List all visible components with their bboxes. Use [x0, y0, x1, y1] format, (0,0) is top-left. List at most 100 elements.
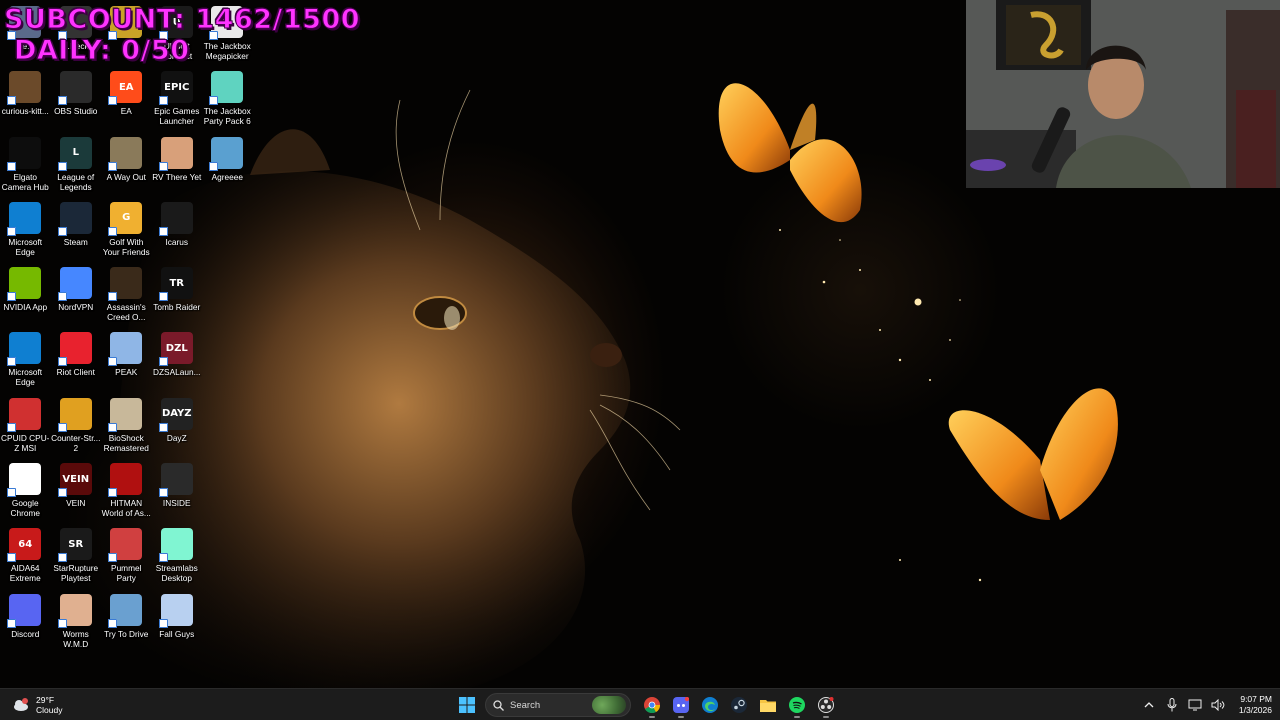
cpuz-icon [7, 397, 42, 432]
bioshock-icon [108, 397, 143, 432]
desktop-shortcut-label: A Way Out [106, 171, 146, 182]
hitman-icon [108, 463, 143, 498]
desktop-shortcut[interactable]: EPIC Epic Games Launcher [152, 69, 203, 134]
desktop-shortcut[interactable]: Agreeee [202, 135, 253, 200]
desktop-shortcut[interactable]: HITMAN World of As... [101, 461, 152, 526]
desktop-shortcut[interactable]: Steam [51, 200, 102, 265]
assassins-creed-icon [108, 267, 143, 302]
desktop-shortcut-label: Worms W.M.D [62, 628, 89, 649]
desktop-shortcut-label: Tomb Raider [153, 302, 201, 313]
desktop-shortcut-label: curious-kitt... [1, 106, 49, 117]
pummel-party-icon [108, 528, 143, 563]
desktop-shortcut[interactable]: PEAK [101, 330, 152, 395]
desktop-shortcut-label: OBS Studio [54, 106, 98, 117]
folder-icon [759, 700, 776, 712]
desktop-shortcut-label: The Jackbox Party Pack 6 [203, 106, 251, 127]
desktop-shortcut[interactable]: VEIN VEIN [51, 461, 102, 526]
desktop-shortcut-label: PEAK [115, 367, 138, 378]
desktop-shortcut[interactable]: RV There Yet [152, 135, 203, 200]
desktop-shortcut[interactable]: TR Tomb Raider [152, 265, 203, 330]
desktop-shortcut[interactable]: Elgato Camera Hub [0, 135, 51, 200]
desktop-shortcut-label: Pummel Party [111, 563, 142, 584]
desktop-shortcut[interactable]: curious-kitt... [0, 69, 51, 134]
desktop-shortcut-label: Agreeee [211, 171, 243, 182]
desktop-shortcut[interactable]: The Jackbox Party Pack 6 [202, 69, 253, 134]
desktop-shortcut[interactable]: Google Chrome [0, 461, 51, 526]
start-button[interactable] [454, 692, 480, 718]
desktop-shortcut[interactable]: NVIDIA App [0, 265, 51, 330]
desktop-shortcut[interactable]: Fall Guys [152, 592, 203, 657]
desktop-shortcut-label: Fall Guys [159, 628, 195, 639]
desktop-shortcut[interactable]: CPUID CPU-Z MSI [0, 396, 51, 461]
dayz-icon: DAYZ [158, 397, 193, 432]
a-way-out-icon [108, 136, 143, 171]
desktop-shortcut[interactable]: 64 AIDA64 Extreme [0, 526, 51, 591]
cloudy-weather-icon [12, 696, 30, 714]
desktop-shortcut[interactable]: Microsoft Edge [0, 200, 51, 265]
nvidia-icon [7, 267, 42, 302]
taskbar-discord[interactable] [668, 692, 694, 718]
try-to-drive-icon [108, 593, 143, 628]
desktop-shortcut[interactable]: L League of Legends [51, 135, 102, 200]
chrome-icon [7, 463, 42, 498]
golf-icon: G [108, 201, 143, 236]
desktop-shortcut[interactable]: Counter-Str... 2 [51, 396, 102, 461]
volume-button[interactable] [1210, 697, 1226, 713]
desktop-shortcut[interactable]: NordVPN [51, 265, 102, 330]
desktop-shortcut-label: VEIN [66, 498, 86, 509]
fall-guys-icon [158, 593, 193, 628]
search-placeholder: Search [510, 699, 541, 711]
desktop-shortcut[interactable]: Assassin's Creed O... [101, 265, 152, 330]
desktop-shortcut-label: Discord [11, 628, 40, 639]
taskbar-chrome[interactable] [639, 692, 665, 718]
butterfly-bottom [948, 388, 1118, 520]
desktop-shortcut[interactable]: Microsoft Edge [0, 330, 51, 395]
streamlabs-icon [158, 528, 193, 563]
taskbar-edge[interactable] [697, 692, 723, 718]
weather-widget[interactable]: 29°F Cloudy [12, 693, 62, 717]
desktop-shortcut[interactable]: Riot Client [51, 330, 102, 395]
worms-icon [57, 593, 92, 628]
desktop-shortcut[interactable]: Pummel Party [101, 526, 152, 591]
desktop-shortcut[interactable]: G Golf With Your Friends [101, 200, 152, 265]
desktop-shortcut-label: NordVPN [58, 302, 94, 313]
steam-icon [57, 201, 92, 236]
show-hidden-icons-button[interactable] [1141, 697, 1157, 713]
butterfly-top [718, 83, 862, 223]
desktop-shortcut[interactable]: Try To Drive [101, 592, 152, 657]
desktop-shortcut[interactable]: DAYZ DayZ [152, 396, 203, 461]
empty-grid-slot [202, 200, 253, 265]
starrupture-icon: SR [57, 528, 92, 563]
taskbar-steam[interactable] [726, 692, 752, 718]
desktop-shortcut-label: BioShock Remastered [103, 432, 149, 453]
desktop-shortcut[interactable]: Icarus [152, 200, 203, 265]
taskbar-apps: Search [452, 692, 840, 718]
microphone-icon [1167, 698, 1177, 712]
desktop-shortcut[interactable]: SR StarRupture Playtest [51, 526, 102, 591]
desktop-shortcut-label: Google Chrome [10, 498, 40, 519]
desktop-shortcut[interactable]: A Way Out [101, 135, 152, 200]
desktop-shortcut[interactable]: BioShock Remastered [101, 396, 152, 461]
desktop-shortcut[interactable]: OBS Studio [51, 69, 102, 134]
empty-grid-slot [202, 330, 253, 395]
taskbar-obs[interactable] [813, 692, 839, 718]
desktop-shortcut-label: League of Legends [57, 171, 95, 192]
desktop-shortcut[interactable]: Worms W.M.D [51, 592, 102, 657]
desktop-shortcut-label: Riot Client [56, 367, 95, 378]
tomb-raider-icon: TR [158, 267, 193, 302]
taskbar-file-explorer[interactable] [755, 692, 781, 718]
desktop-shortcut[interactable]: DZL DZSALaun... [152, 330, 203, 395]
desktop-shortcut-label: Microsoft Edge [8, 236, 43, 257]
desktop-shortcut[interactable]: Streamlabs Desktop [152, 526, 203, 591]
network-button[interactable] [1187, 697, 1203, 713]
taskbar-search[interactable]: Search [485, 693, 631, 717]
riot-client-icon [57, 332, 92, 367]
taskbar-clock[interactable]: 9:07 PM 1/3/2026 [1239, 694, 1272, 716]
desktop-shortcut[interactable]: EA EA [101, 69, 152, 134]
desktop-shortcut[interactable]: Discord [0, 592, 51, 657]
desktop-shortcut[interactable]: INSIDE [152, 461, 203, 526]
taskbar-spotify[interactable] [784, 692, 810, 718]
microphone-button[interactable] [1164, 697, 1180, 713]
desktop-shortcut-label: Microsoft Edge [8, 367, 43, 388]
desktop-shortcut-label: Epic Games Launcher [154, 106, 200, 127]
